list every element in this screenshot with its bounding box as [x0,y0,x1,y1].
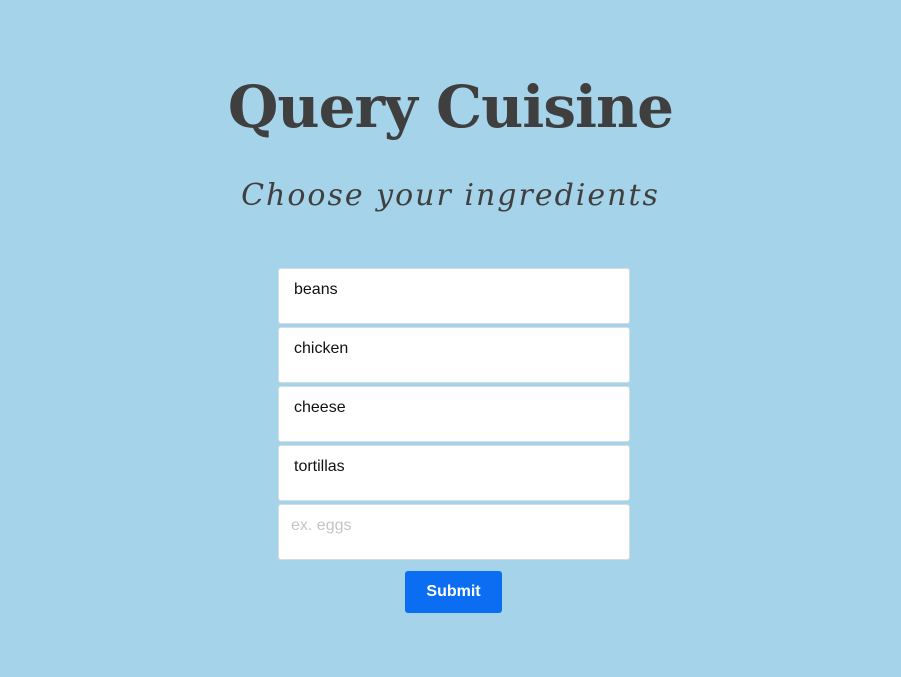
ingredient-field-1[interactable] [278,268,630,324]
ingredients-form [278,268,630,563]
ingredient-field-3[interactable] [278,386,630,442]
ingredient-field-4[interactable] [278,445,630,501]
ingredients-heading: Choose your ingredients [241,178,660,213]
page-title: Query Cuisine [227,72,674,141]
submit-button[interactable]: Submit [405,571,502,613]
ingredient-field-2[interactable] [278,327,630,383]
new-ingredient-field[interactable] [278,504,630,560]
